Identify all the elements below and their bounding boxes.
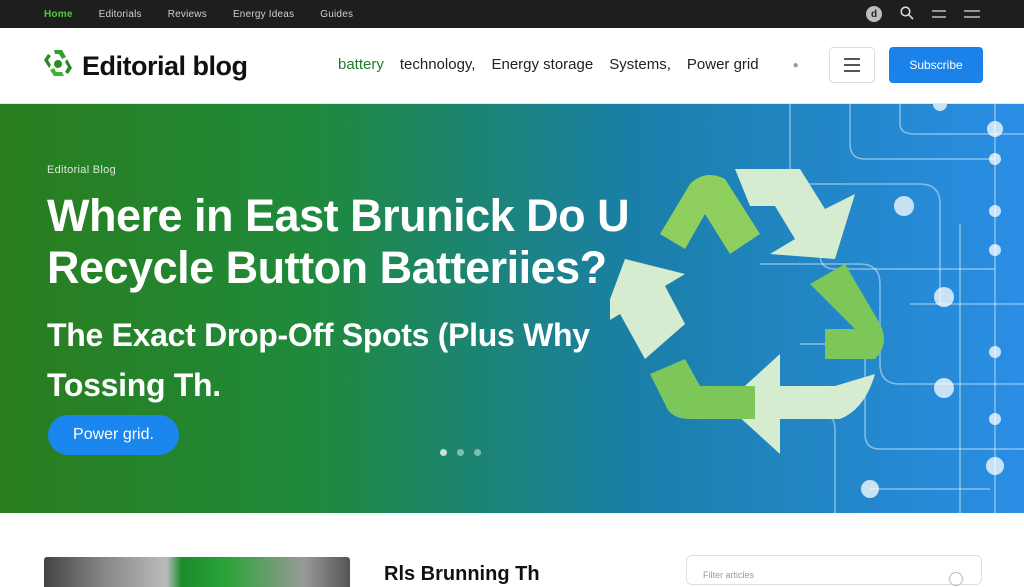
carousel-dot[interactable] [474, 449, 481, 456]
nav-power-grid[interactable]: Power grid [687, 56, 759, 73]
menu-line [844, 58, 860, 60]
radio-icon[interactable] [949, 572, 963, 586]
top-bar: Home Editorials Reviews Energy Ideas Gui… [0, 0, 1024, 28]
site-logo[interactable]: Editorial blog [40, 46, 248, 86]
menu-button[interactable] [829, 47, 875, 83]
nav-technology[interactable]: technology, [400, 56, 476, 73]
search-icon[interactable] [900, 5, 914, 23]
menu-line [844, 64, 860, 66]
sidebar-card-label: Filter articles [703, 570, 755, 580]
nav-more-dot: ● [792, 60, 799, 71]
carousel-dots [440, 449, 481, 456]
top-link-editorials[interactable]: Editorials [99, 9, 142, 20]
logo-text: Editorial blog [82, 50, 248, 81]
carousel-dot[interactable] [440, 449, 447, 456]
menu-line [844, 70, 860, 72]
top-tools: d [866, 0, 980, 28]
nav-systems[interactable]: Systems, [609, 56, 671, 73]
account-icon[interactable]: d [866, 6, 882, 22]
sidebar-card: Filter articles [686, 555, 982, 586]
hamburger-icon[interactable] [964, 7, 980, 22]
hero-tag-button[interactable]: Power grid. [48, 415, 179, 455]
subscribe-button[interactable]: Subscribe [889, 47, 983, 83]
main-nav: battery technology, Energy storage Syste… [338, 56, 799, 73]
top-link-reviews[interactable]: Reviews [168, 9, 207, 20]
content-section: Rls Brunning Th Filter articles [0, 513, 1024, 587]
nav-battery[interactable]: battery [338, 56, 384, 73]
nav-energy-storage[interactable]: Energy storage [491, 56, 593, 73]
top-link-home[interactable]: Home [44, 9, 73, 20]
menu-lines-icon[interactable] [932, 7, 946, 22]
hero-eyebrow: Editorial Blog [47, 164, 117, 176]
top-link-guides[interactable]: Guides [320, 9, 353, 20]
recycle-logo-icon [44, 50, 72, 76]
top-links: Home Editorials Reviews Energy Ideas Gui… [44, 9, 379, 20]
article-title[interactable]: Rls Brunning Th [384, 563, 540, 586]
site-header: Editorial blog battery technology, Energ… [0, 28, 1024, 104]
top-link-energy-ideas[interactable]: Energy Ideas [233, 9, 294, 20]
hero-title: Where in East Brunick Do U Recycle Butto… [47, 190, 630, 293]
hero-subtitle: The Exact Drop-Off Spots (Plus Why Tossi… [47, 317, 590, 403]
hero-banner: Editorial Blog Where in East Brunick Do … [0, 104, 1024, 513]
carousel-dot[interactable] [457, 449, 464, 456]
article-thumbnail[interactable] [44, 557, 350, 587]
